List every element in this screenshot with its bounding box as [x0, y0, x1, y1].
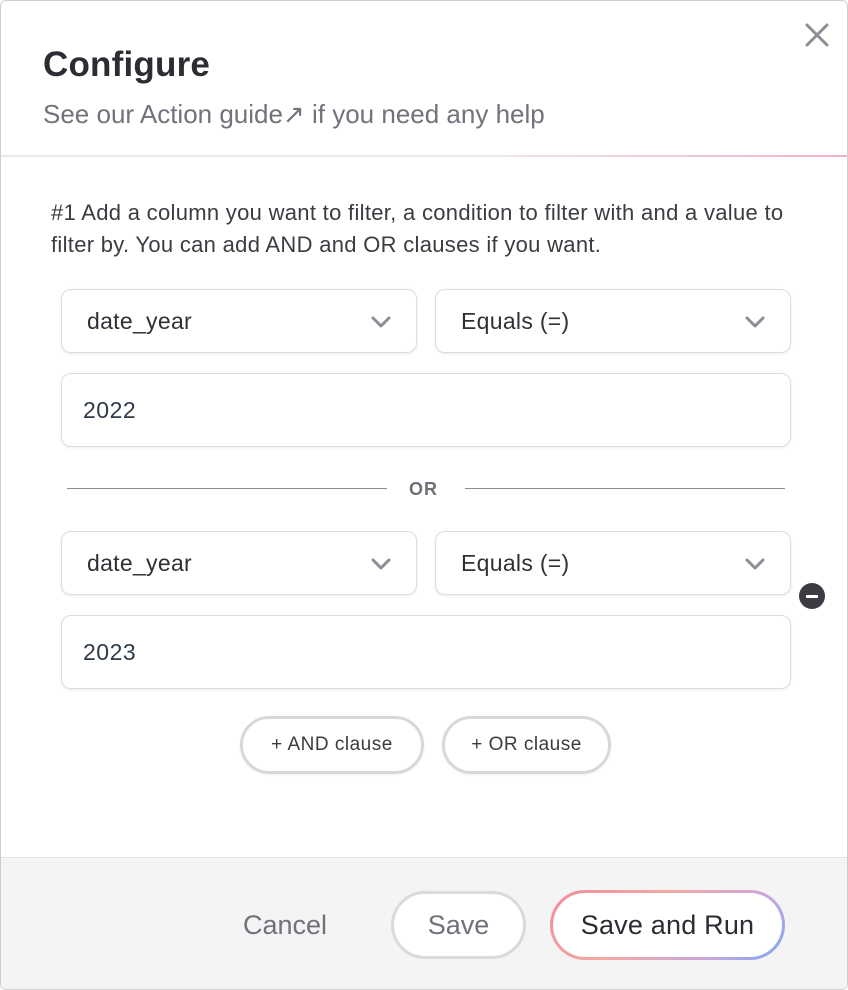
header-divider: [1, 155, 847, 157]
or-divider-right: [465, 488, 785, 489]
chevron-down-icon: [745, 558, 765, 570]
column-select-1[interactable]: date_year: [61, 289, 417, 353]
remove-clause-icon[interactable]: [799, 583, 825, 609]
chevron-down-icon: [745, 316, 765, 328]
add-and-clause-button[interactable]: + AND clause: [240, 716, 424, 774]
cancel-button[interactable]: Cancel: [237, 910, 333, 941]
dialog-title: Configure: [43, 45, 211, 84]
external-link-icon: ↗: [282, 99, 305, 129]
chevron-down-icon: [371, 558, 391, 570]
or-separator-label: OR: [409, 479, 438, 499]
condition-select-2[interactable]: Equals (=): [435, 531, 791, 595]
column-select-2-value: date_year: [87, 550, 192, 576]
subtitle-prefix: See our: [43, 99, 140, 129]
action-guide-label: Action guide: [139, 99, 283, 129]
action-guide-link[interactable]: Action guide↗: [140, 99, 305, 129]
condition-select-1[interactable]: Equals (=): [435, 289, 791, 353]
column-select-1-value: date_year: [87, 308, 192, 334]
save-and-run-button[interactable]: Save and Run: [550, 890, 785, 960]
filter-value-input-2[interactable]: [61, 615, 791, 689]
close-icon[interactable]: [801, 19, 833, 51]
or-divider-left: [67, 488, 387, 489]
filter-instructions: #1 Add a column you want to filter, a co…: [51, 200, 784, 257]
filter-value-input-1[interactable]: [61, 373, 791, 447]
dialog-footer: Cancel Save Save and Run: [1, 857, 847, 989]
condition-select-2-value: Equals (=): [461, 550, 570, 576]
column-select-2[interactable]: date_year: [61, 531, 417, 595]
condition-select-1-value: Equals (=): [461, 308, 570, 334]
dialog-subtitle: See our Action guide↗ if you need any he…: [43, 99, 545, 130]
chevron-down-icon: [371, 316, 391, 328]
save-and-run-label: Save and Run: [553, 893, 782, 957]
add-or-clause-button[interactable]: + OR clause: [442, 716, 611, 774]
subtitle-suffix: if you need any help: [304, 99, 545, 129]
save-button[interactable]: Save: [391, 891, 526, 959]
configure-dialog: Configure See our Action guide↗ if you n…: [0, 0, 848, 990]
